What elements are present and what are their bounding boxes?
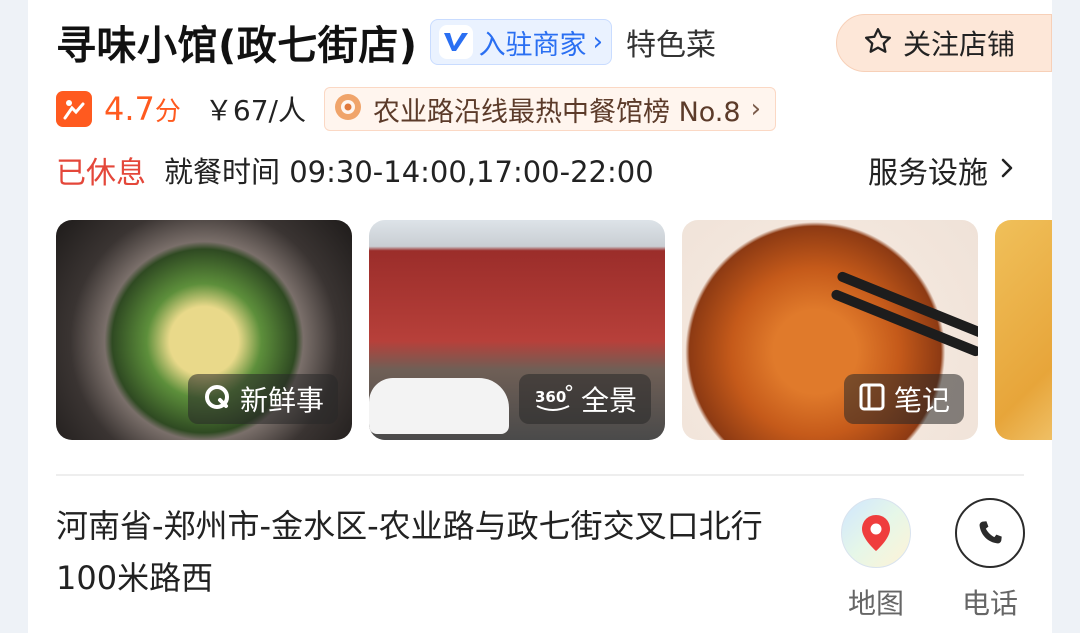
service-facilities-label: 服务设施 — [868, 156, 988, 191]
follow-shop-label: 关注店铺 — [903, 28, 1016, 61]
open-status: 已休息 — [56, 156, 146, 191]
map-button[interactable]: 地图 — [836, 498, 916, 622]
merchant-badge[interactable]: 入驻商家 › — [429, 19, 612, 65]
ranking-medal-icon — [333, 92, 363, 126]
star-icon — [863, 26, 893, 60]
rating-score: 4.7 — [104, 90, 155, 128]
photo-storefront[interactable]: 360 全景 — [369, 220, 665, 440]
fresh-news-pill[interactable]: 新鲜事 — [187, 374, 338, 424]
price-per-person: ￥67/人 — [204, 94, 306, 127]
rating-row: 4.7 分 ￥67/人 农业路沿线最热中餐馆榜 No.8 › — [56, 86, 776, 132]
ranking-text: 农业路沿线最热中餐馆榜 No.8 — [372, 96, 741, 128]
fresh-news-icon — [202, 382, 232, 416]
rating-logo-icon — [56, 91, 92, 127]
photo-lotus-dish[interactable]: 笔记 — [682, 220, 978, 440]
chevron-right-icon: › — [592, 27, 603, 57]
photo-strip[interactable]: 新鲜事 360 全景 笔记 — [56, 220, 1052, 440]
phone-button[interactable]: 电话 — [950, 498, 1030, 622]
note-icon — [858, 382, 886, 416]
phone-icon — [955, 498, 1025, 568]
map-pin-icon — [841, 498, 911, 568]
photo-salad[interactable]: 新鲜事 — [56, 220, 352, 440]
business-hours: 就餐时间 09:30-14:00,17:00-22:00 — [164, 155, 654, 189]
hours-row: 已休息 就餐时间 09:30-14:00,17:00-22:00 服务设施 — [56, 146, 1016, 194]
service-facilities-link[interactable]: 服务设施 — [868, 146, 1016, 194]
note-label: 笔记 — [893, 384, 950, 417]
phone-label: 电话 — [961, 587, 1018, 620]
shop-name: 寻味小馆(政七街店) — [56, 23, 418, 69]
photo-noodles[interactable] — [995, 220, 1052, 440]
verified-v-icon — [438, 25, 473, 59]
svg-text:360: 360 — [535, 388, 566, 406]
chevron-right-icon: › — [750, 94, 761, 124]
panorama-pill[interactable]: 360 全景 — [518, 374, 651, 424]
divider — [56, 474, 1024, 476]
follow-shop-button[interactable]: 关注店铺 — [836, 14, 1052, 72]
merchant-badge-label: 入驻商家 — [478, 29, 587, 61]
rating-unit: 分 — [154, 96, 181, 127]
ranking-badge[interactable]: 农业路沿线最热中餐馆榜 No.8 › — [323, 87, 776, 131]
title-row: 寻味小馆(政七街店) 入驻商家 › 特色菜 — [56, 12, 716, 72]
chevron-right-icon — [998, 156, 1016, 184]
note-pill[interactable]: 笔记 — [843, 374, 964, 424]
shop-address[interactable]: 河南省-郑州市-金水区-农业路与政七街交叉口北行100米路西 — [56, 500, 796, 604]
map-label: 地图 — [847, 587, 904, 620]
car-shape — [369, 378, 509, 434]
feature-tag: 特色菜 — [625, 28, 716, 63]
panorama-360-icon: 360 — [533, 382, 573, 416]
panorama-label: 全景 — [580, 384, 637, 417]
fresh-news-label: 新鲜事 — [239, 384, 324, 417]
